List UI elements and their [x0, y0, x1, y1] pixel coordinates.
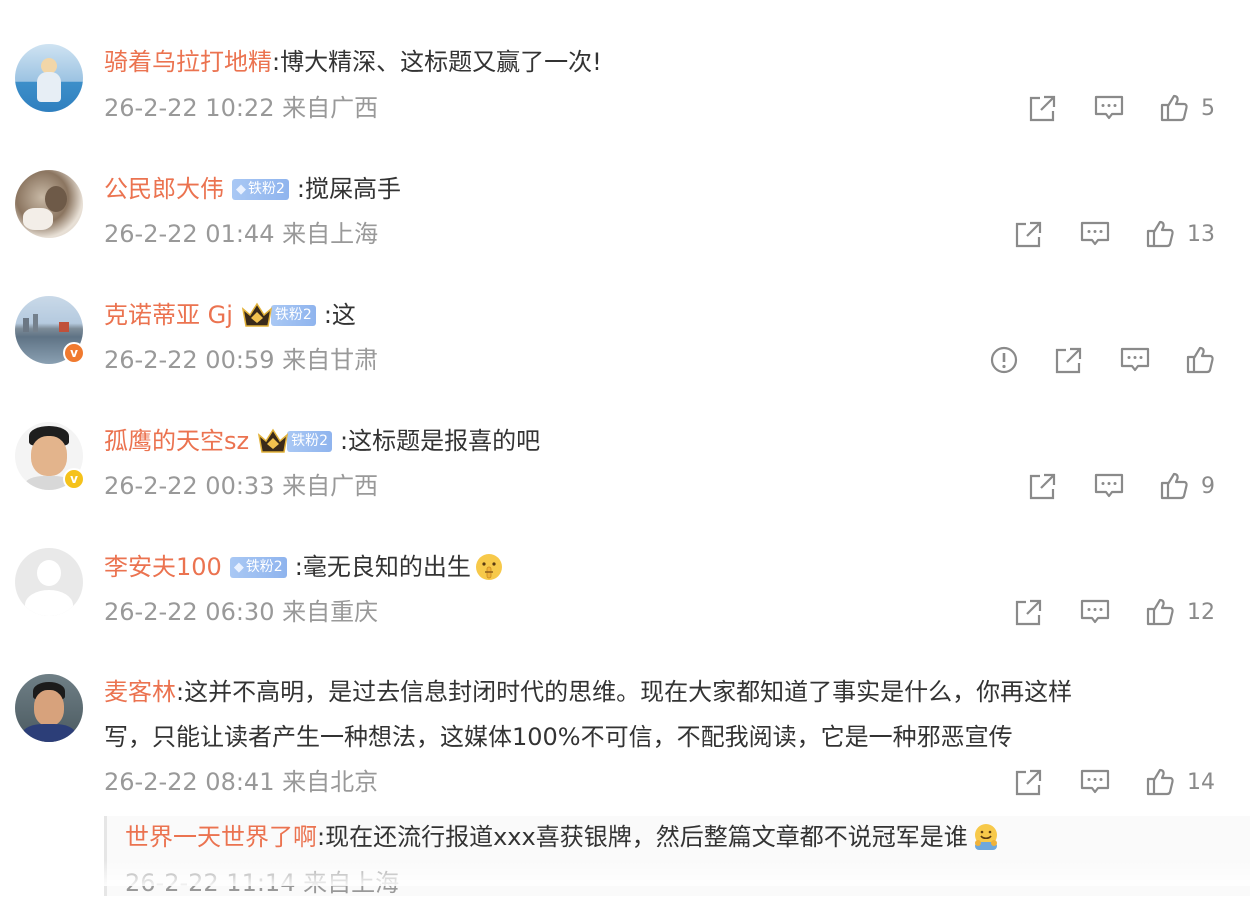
separator: :: [272, 48, 281, 76]
username-link[interactable]: 骑着乌拉打地精: [104, 47, 272, 77]
share-icon[interactable]: [1013, 767, 1045, 797]
like-count: 9: [1201, 473, 1215, 499]
comment-text: 搅屎高手: [305, 175, 402, 203]
comment-line: 骑着乌拉打地精 : 博大精深、这标题又赢了一次!: [104, 47, 602, 77]
avatar[interactable]: [15, 44, 83, 112]
comment-actions: 13: [1013, 217, 1215, 251]
avatar[interactable]: [15, 170, 83, 238]
comment-text: 这: [331, 301, 356, 329]
verified-badge-icon: v: [63, 342, 85, 364]
like-button[interactable]: 12: [1145, 597, 1215, 627]
avatar[interactable]: [15, 674, 83, 742]
like-button[interactable]: [1185, 345, 1215, 375]
comment-text: 这标题是报喜的吧: [348, 427, 541, 455]
reply-text: 现在还流行报道xxx喜获银牌，然后整篇文章都不说冠军是谁: [325, 823, 968, 851]
separator: :: [294, 553, 303, 581]
username-link[interactable]: 麦客林: [104, 678, 176, 706]
comment-line: 克诺蒂亚 Gj 铁粉2 : 这: [104, 300, 356, 330]
comment-text: 毫无良知的出生: [302, 553, 471, 581]
comment-actions: 14: [1013, 765, 1215, 799]
share-icon[interactable]: [1053, 345, 1085, 375]
comment-body: 麦客林:这并不高明，是过去信息封闭时代的思维。现在大家都知道了事实是什么，你再这…: [104, 670, 1184, 760]
thumbs-up-icon: [1146, 220, 1174, 248]
fan-badge: 铁粉2: [287, 430, 333, 452]
thumbs-up-icon: [1160, 94, 1188, 122]
like-button[interactable]: 5: [1159, 93, 1215, 123]
verified-badge-icon: v: [63, 468, 85, 490]
crown-icon: [241, 301, 273, 329]
share-icon[interactable]: [1013, 219, 1045, 249]
crown-icon: [257, 427, 289, 455]
like-count: 14: [1187, 769, 1215, 795]
report-icon[interactable]: [989, 345, 1019, 375]
separator: :: [296, 175, 306, 203]
comment-meta: 26-2-22 00:33 来自广西: [104, 472, 379, 500]
comment-actions: 12: [1013, 595, 1215, 629]
separator: :: [176, 678, 185, 706]
comment-line: 麦客林:这并不高明，是过去信息封闭时代的思维。现在大家都知道了事实是什么，你再这…: [104, 670, 1184, 715]
fan-badge-label: 铁粉2: [274, 306, 312, 323]
like-count: 12: [1187, 599, 1215, 625]
comment-meta: 26-2-22 00:59 来自甘肃: [104, 346, 379, 374]
comment-text: 这并不高明，是过去信息封闭时代的思维。现在大家都知道了事实是什么，你再这样: [184, 678, 1073, 706]
fan-badge-label: 铁粉2: [248, 180, 285, 197]
reply-line: 世界一天世界了啊 : 现在还流行报道xxx喜获银牌，然后整篇文章都不说冠军是谁: [125, 822, 1001, 852]
comment-line: 李安夫100 ◆ 铁粉2 : 毫无良知的出生: [104, 552, 504, 582]
username-link[interactable]: 克诺蒂亚 Gj: [104, 300, 233, 330]
like-button[interactable]: 9: [1159, 471, 1215, 501]
separator: :: [317, 823, 326, 851]
comment-icon[interactable]: [1119, 345, 1151, 375]
comment-actions: [989, 343, 1215, 377]
comment-meta: 26-2-22 10:22 来自广西: [104, 94, 379, 122]
fan-badge-label: 铁粉2: [291, 432, 329, 449]
share-icon[interactable]: [1027, 93, 1059, 123]
comment-actions: 5: [1027, 91, 1215, 125]
comment-meta: 26-2-22 08:41 来自北京: [104, 768, 379, 796]
fan-badge: ◆ 铁粉2: [232, 178, 289, 200]
comment-actions: 9: [1027, 469, 1215, 503]
fan-badge-label: 铁粉2: [245, 558, 283, 575]
thumbs-up-icon: [1160, 472, 1188, 500]
diamond-icon: ◆: [236, 181, 246, 197]
separator: :: [340, 427, 349, 455]
avatar[interactable]: [15, 548, 83, 616]
comment-icon[interactable]: [1079, 767, 1111, 797]
avatar[interactable]: v: [15, 296, 85, 364]
username-link[interactable]: 李安夫100: [104, 552, 222, 582]
comment-meta: 26-2-22 01:44 来自上海: [104, 220, 379, 248]
comment-icon[interactable]: [1093, 471, 1125, 501]
like-count: 13: [1187, 221, 1215, 247]
comment-icon[interactable]: [1093, 93, 1125, 123]
like-button[interactable]: 13: [1145, 219, 1215, 249]
bottom-fade: [0, 860, 1250, 886]
shush-emoji-icon: [474, 552, 504, 582]
reply-username-link[interactable]: 世界一天世界了啊: [125, 822, 317, 852]
share-icon[interactable]: [1013, 597, 1045, 627]
avatar[interactable]: v: [15, 422, 85, 490]
comment-meta: 26-2-22 06:30 来自重庆: [104, 598, 379, 626]
thumbs-up-icon: [1146, 598, 1174, 626]
like-button[interactable]: 14: [1145, 767, 1215, 797]
comment-text: 博大精深、这标题又赢了一次!: [280, 48, 602, 76]
share-icon[interactable]: [1027, 471, 1059, 501]
diamond-icon: ◆: [233, 559, 244, 575]
separator: :: [323, 301, 332, 329]
fan-badge: ◆ 铁粉2: [229, 556, 287, 578]
comment-icon[interactable]: [1079, 597, 1111, 627]
fan-badge: 铁粉2: [270, 304, 316, 326]
username-link[interactable]: 孤鹰的天空sz: [104, 426, 249, 456]
hug-emoji-icon: [971, 822, 1001, 852]
thumbs-up-icon: [1146, 768, 1174, 796]
like-count: 5: [1201, 95, 1215, 121]
comment-line: 公民郎大伟 ◆ 铁粉2 : 搅屎高手: [104, 174, 401, 204]
username-link[interactable]: 公民郎大伟: [104, 174, 224, 204]
comment-text-continued: 写，只能让读者产生一种想法，这媒体100%不可信，不配我阅读，它是一种邪恶宣传: [104, 723, 1013, 751]
comment-line: 孤鹰的天空sz 铁粉2 : 这标题是报喜的吧: [104, 426, 540, 456]
comment-icon[interactable]: [1079, 219, 1111, 249]
thumbs-up-icon: [1186, 346, 1214, 374]
